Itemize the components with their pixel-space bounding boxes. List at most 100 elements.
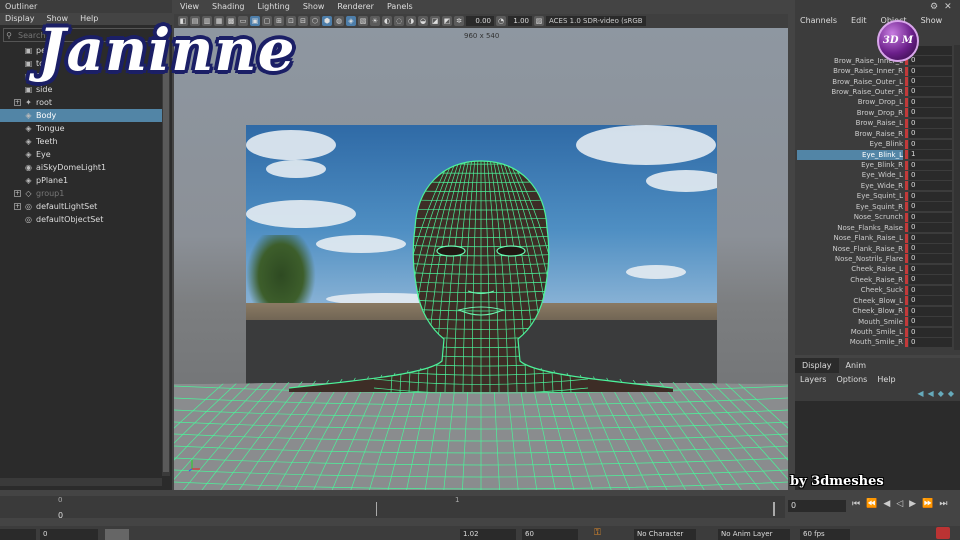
channel-name[interactable]: Eye_Wide_L (862, 171, 903, 179)
menu-options[interactable]: Options (836, 375, 867, 385)
channel-name[interactable]: Mouth_Smile (858, 318, 903, 326)
scroll-thumb[interactable] (163, 32, 169, 472)
current-frame-field[interactable]: 0 (788, 500, 846, 512)
channel-row[interactable]: Mouth_Smile 0 (795, 316, 960, 327)
menu-shading[interactable]: Shading (212, 2, 245, 12)
fps-dropdown[interactable]: 60 fps (800, 529, 850, 540)
channel-name[interactable]: Brow_Raise_L (856, 119, 903, 127)
channel-row[interactable]: Brow_Raise_Inner_L 0 (795, 55, 960, 66)
channel-name[interactable]: Eye_Blink (869, 140, 903, 148)
channel-row[interactable]: Eye_Wide_R 0 (795, 181, 960, 191)
tree-item-body[interactable]: ◈ Body (0, 109, 162, 122)
step-forward-key-icon[interactable]: ⏩ (922, 499, 933, 509)
channel-row[interactable]: Brow_Raise_Outer_R 0 (795, 87, 960, 97)
time-slider-track[interactable] (0, 496, 785, 518)
close-icon[interactable]: ✕ (944, 2, 952, 12)
key-icon[interactable]: ⚿ (594, 528, 601, 538)
tree-item-eye[interactable]: ◈ Eye (0, 148, 162, 161)
anim-layer-dropdown[interactable]: No Anim Layer (718, 529, 790, 540)
channel-name[interactable]: Cheek_Raise_R (850, 276, 903, 284)
tab-anim[interactable]: Anim (839, 358, 874, 373)
channel-value[interactable]: 0 (909, 223, 952, 233)
channel-name[interactable]: Nose_Nostrils_Flare (835, 255, 903, 263)
expand-icon[interactable]: + (14, 190, 21, 197)
channel-row[interactable]: Cheek_Blow_L 0 (795, 296, 960, 306)
channel-name[interactable]: Nose_Flanks_Raise (837, 224, 903, 232)
channel-name[interactable]: Nose_Scrunch (854, 213, 903, 221)
channel-name[interactable]: Mouth_Smile_R (850, 338, 903, 346)
channel-value[interactable]: 0 (909, 244, 952, 254)
channel-row[interactable]: Eye_Squint_R 0 (795, 202, 960, 212)
channel-name[interactable]: Mouth_Smile_L (851, 328, 903, 336)
channel-row[interactable]: Nose_Flanks_Raise 0 (795, 222, 960, 233)
channel-row[interactable]: Eye_Squint_L 0 (795, 191, 960, 201)
expand-icon[interactable]: + (14, 203, 21, 210)
move-layer-up-icon[interactable]: ◀ (917, 389, 923, 399)
channel-row[interactable]: Eye_Blink_R 0 (795, 160, 960, 170)
channel-row[interactable]: Nose_Scrunch 0 (795, 212, 960, 222)
new-layer-selected-icon[interactable]: ◆ (948, 389, 954, 399)
channel-value[interactable]: 0 (909, 285, 952, 295)
channel-name[interactable]: Cheek_Blow_R (852, 307, 903, 315)
exposure-field[interactable]: 0.00 (466, 16, 494, 26)
channel-name[interactable]: Brow_Drop_L (858, 98, 903, 106)
wireframe-on-shaded-icon[interactable]: ◈ (346, 16, 356, 26)
channel-value[interactable]: 0 (909, 108, 952, 118)
safe-title-icon[interactable]: ⊟ (298, 16, 308, 26)
play-forward-icon[interactable]: ▶ (909, 499, 916, 509)
isolate-select-icon[interactable]: ◪ (430, 16, 440, 26)
channel-name[interactable]: Brow_Raise_R (855, 130, 903, 138)
channel-row[interactable]: Nose_Flank_Raise_L 0 (795, 233, 960, 243)
channel-value[interactable]: 0 (909, 118, 952, 128)
menu-show[interactable]: Show (303, 2, 325, 12)
channel-name[interactable]: Eye_Blink_R (861, 161, 903, 169)
new-layer-icon[interactable]: ◆ (938, 389, 944, 399)
channel-name[interactable]: Brow_Raise_Inner_R (833, 67, 903, 75)
channel-value[interactable]: 0 (909, 66, 952, 76)
channel-name[interactable]: Eye_Wide_R (861, 182, 903, 190)
xray-joints-icon[interactable]: ◩ (442, 16, 452, 26)
channel-name[interactable]: Nose_Flank_Raise_R (833, 245, 904, 253)
channel-row[interactable]: Brow_Drop_R 0 (795, 108, 960, 118)
go-to-start-icon[interactable]: ⏮ (852, 499, 860, 509)
play-backward-icon[interactable]: ◁ (896, 499, 903, 509)
tree-item-defaultlightset[interactable]: + ◎ defaultLightSet (0, 200, 162, 213)
channel-value[interactable]: 0 (909, 275, 952, 285)
color-management-icon[interactable]: ▨ (534, 16, 544, 26)
channel-row[interactable]: Cheek_Raise_L 0 (795, 264, 960, 274)
tree-item-tongue[interactable]: ◈ Tongue (0, 122, 162, 135)
channel-value[interactable]: 0 (909, 317, 952, 327)
tree-item-root[interactable]: + ✦ root (0, 96, 162, 109)
channel-row[interactable]: Nose_Nostrils_Flare 0 (795, 254, 960, 264)
channel-name[interactable]: Cheek_Suck (861, 286, 903, 294)
channel-row[interactable]: Brow_Raise_Inner_R 0 (795, 66, 960, 76)
antialias-icon[interactable]: ◒ (418, 16, 428, 26)
channel-row[interactable]: Mouth_Smile_L 0 (795, 327, 960, 337)
channel-row[interactable]: Eye_Blink 0 (795, 139, 960, 149)
channel-value[interactable]: 0 (909, 337, 952, 347)
channel-name[interactable]: Brow_Raise_Outer_L (832, 78, 903, 86)
tree-item-defaultobjectset[interactable]: ◎ defaultObjectSet (0, 213, 162, 226)
menu-view[interactable]: View (180, 2, 199, 12)
channel-row[interactable]: Nose_Flank_Raise_R 0 (795, 243, 960, 254)
menu-help[interactable]: Help (877, 375, 895, 385)
channel-box-scrollbar[interactable] (954, 45, 960, 350)
tab-display[interactable]: Display (795, 358, 839, 373)
channel-name[interactable]: Brow_Raise_Outer_R (831, 88, 903, 96)
channel-row[interactable]: Cheek_Suck 0 (795, 285, 960, 295)
channel-value[interactable]: 0 (909, 170, 952, 180)
channel-name[interactable]: Eye_Squint_R (856, 203, 903, 211)
range-bar-handle[interactable] (105, 529, 129, 540)
channel-value[interactable]: 0 (909, 202, 952, 212)
tree-item-group1[interactable]: + ◇ group1 (0, 187, 162, 200)
channel-row[interactable]: Brow_Raise_R 0 (795, 129, 960, 139)
channel-row[interactable]: Cheek_Blow_R 0 (795, 306, 960, 316)
channel-value[interactable]: 0 (909, 264, 952, 274)
gamma-field[interactable]: 1.00 (508, 16, 532, 26)
channel-name[interactable]: Nose_Flank_Raise_L (833, 234, 903, 242)
outliner-vertical-scrollbar[interactable] (162, 28, 170, 476)
range-end-value-field[interactable]: 1.02 (460, 529, 516, 540)
channel-value[interactable]: 0 (909, 306, 952, 316)
channel-name[interactable]: Brow_Drop_R (857, 109, 903, 117)
range-start-field[interactable]: 0 (40, 529, 98, 540)
